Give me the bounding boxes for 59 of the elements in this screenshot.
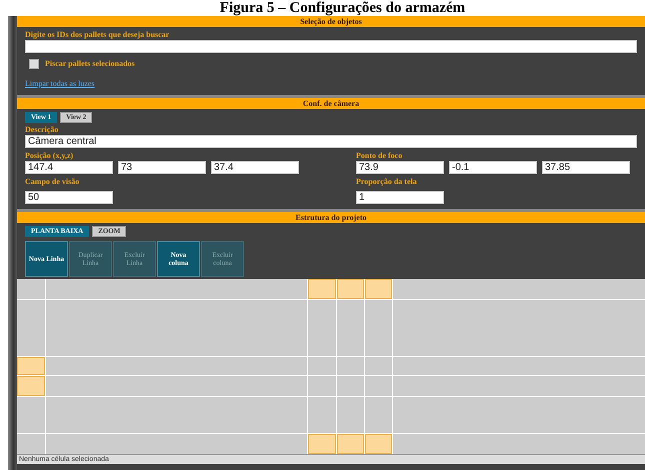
field-label: Digite os IDs dos pallets que deseja buscar bbox=[25, 30, 170, 40]
input-field[interactable]: 147.4 bbox=[25, 161, 113, 174]
grid-cell[interactable] bbox=[46, 300, 307, 356]
grid-cell[interactable] bbox=[337, 376, 364, 396]
input-field[interactable]: 1 bbox=[356, 191, 444, 204]
grid-cell[interactable] bbox=[17, 279, 45, 299]
grid-cell[interactable] bbox=[393, 397, 645, 434]
highlighted-cell[interactable] bbox=[308, 434, 336, 454]
input-field[interactable]: 50 bbox=[25, 191, 113, 204]
grid-cell[interactable] bbox=[46, 376, 307, 396]
highlighted-cell[interactable] bbox=[308, 279, 336, 299]
highlighted-cell[interactable] bbox=[337, 434, 364, 454]
highlighted-cell[interactable] bbox=[17, 376, 45, 396]
grid-cell[interactable] bbox=[393, 434, 645, 454]
grid-cell[interactable] bbox=[337, 397, 364, 434]
grid-cell[interactable] bbox=[365, 356, 392, 376]
highlighted-cell[interactable] bbox=[337, 279, 364, 299]
section-title: Conf. de câmera bbox=[302, 98, 360, 109]
highlighted-cell[interactable] bbox=[17, 356, 45, 376]
grid-cell[interactable] bbox=[365, 300, 392, 356]
input-field[interactable]: Câmera central bbox=[25, 135, 637, 148]
grid-cell[interactable] bbox=[365, 376, 392, 396]
highlighted-cell[interactable] bbox=[365, 434, 392, 454]
input-field[interactable]: 37.85 bbox=[542, 161, 630, 174]
grid-cell[interactable] bbox=[17, 397, 45, 434]
field-label: Proporção da tela bbox=[356, 177, 418, 187]
input-field[interactable]: -0.1 bbox=[449, 161, 537, 174]
section-title: Estrutura do projeto bbox=[296, 212, 366, 223]
grid-cell[interactable] bbox=[308, 300, 336, 356]
checkbox[interactable] bbox=[29, 59, 39, 69]
field-label: Descrição bbox=[25, 125, 60, 135]
grid-cell[interactable] bbox=[337, 300, 364, 356]
input-field[interactable]: 37.4 bbox=[211, 161, 299, 174]
clear-link[interactable]: Limpar todas as luzes bbox=[25, 79, 95, 88]
grid-cell[interactable] bbox=[46, 356, 307, 376]
grid-cell[interactable] bbox=[308, 397, 336, 434]
grid-cell[interactable] bbox=[337, 356, 364, 376]
field-label: Ponto de foco bbox=[356, 151, 404, 161]
grid-cell[interactable] bbox=[393, 356, 645, 376]
input-field[interactable]: 73 bbox=[118, 161, 206, 174]
grid-cell[interactable] bbox=[46, 279, 307, 299]
input-field[interactable] bbox=[25, 40, 637, 53]
input-field[interactable]: 73.9 bbox=[356, 161, 444, 174]
field-label: Campo de visão bbox=[25, 177, 80, 187]
grid-cell[interactable] bbox=[393, 300, 645, 356]
field-label: Posição (x,y,z) bbox=[25, 151, 74, 161]
grid-cell[interactable] bbox=[365, 397, 392, 434]
grid-cell[interactable] bbox=[393, 279, 645, 299]
section-title: Seleção de objetos bbox=[300, 16, 362, 27]
highlighted-cell[interactable] bbox=[365, 279, 392, 299]
checkbox-label: Piscar pallets selecionados bbox=[45, 59, 135, 69]
grid-cell[interactable] bbox=[393, 376, 645, 396]
figure-caption: Figura 5 – Configurações do armazém bbox=[218, 0, 466, 16]
grid-cell[interactable] bbox=[46, 397, 307, 434]
grid-cell[interactable] bbox=[17, 434, 45, 454]
grid-cell[interactable] bbox=[46, 434, 307, 454]
grid-cell[interactable] bbox=[308, 356, 336, 376]
grid-cell[interactable] bbox=[308, 376, 336, 396]
grid-cell[interactable] bbox=[17, 300, 45, 356]
